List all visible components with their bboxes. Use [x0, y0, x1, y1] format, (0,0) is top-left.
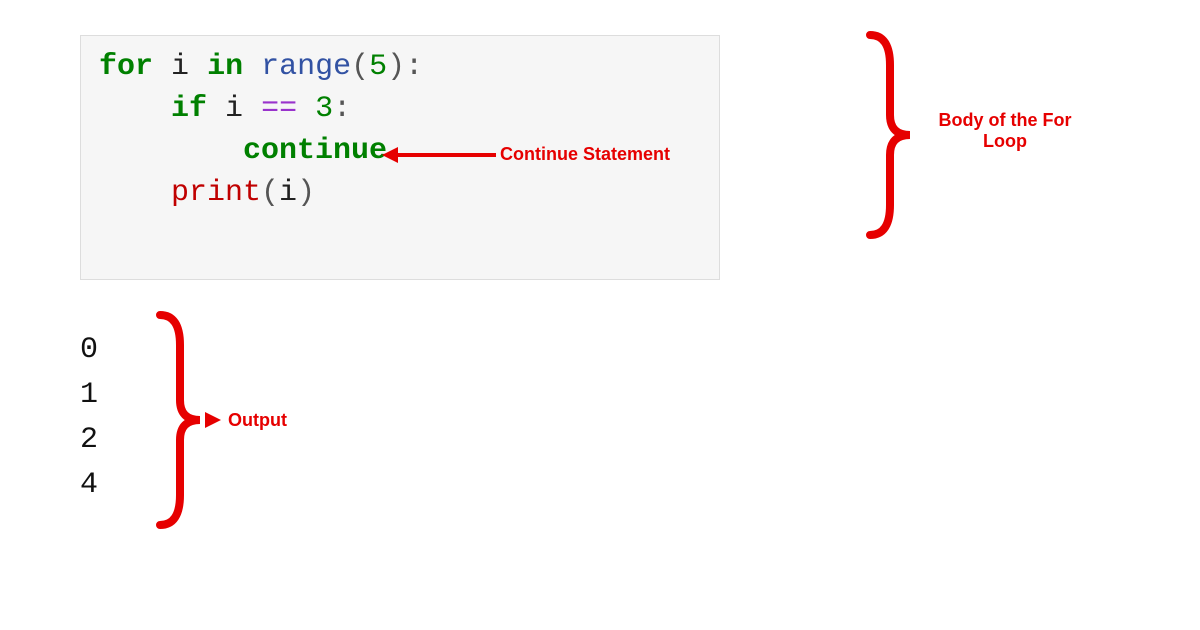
identifier-i: i	[225, 92, 243, 126]
output-line: 2	[80, 418, 98, 463]
output-block: 0 1 2 4	[80, 328, 98, 508]
brace-body-icon	[850, 30, 920, 240]
colon: :	[333, 92, 351, 126]
keyword-continue: continue	[243, 134, 387, 168]
func-print: print	[171, 176, 261, 210]
func-range: range	[261, 50, 351, 84]
paren-open: (	[261, 176, 279, 210]
output-line: 4	[80, 463, 98, 508]
arrow-line	[398, 153, 496, 157]
code-line-1: for i in range(5):	[99, 46, 701, 88]
label-continue-statement: Continue Statement	[500, 144, 670, 165]
paren-close: )	[387, 50, 405, 84]
output-line: 1	[80, 373, 98, 418]
code-line-2: if i == 3:	[99, 88, 701, 130]
paren-close: )	[297, 176, 315, 210]
arrow-head-icon	[382, 147, 398, 163]
operator-eq: ==	[261, 92, 297, 126]
number-3: 3	[315, 92, 333, 126]
colon: :	[405, 50, 423, 84]
label-output: Output	[228, 410, 287, 431]
keyword-for: for	[99, 50, 153, 84]
paren-open: (	[351, 50, 369, 84]
number-5: 5	[369, 50, 387, 84]
identifier-i: i	[171, 50, 189, 84]
keyword-in: in	[207, 50, 243, 84]
code-line-4: print(i)	[99, 172, 701, 214]
keyword-if: if	[171, 92, 207, 126]
label-body-for-loop: Body of the For Loop	[935, 110, 1075, 152]
arrow-head-icon	[205, 412, 221, 428]
output-line: 0	[80, 328, 98, 373]
identifier-i: i	[279, 176, 297, 210]
brace-output-icon	[140, 305, 210, 535]
